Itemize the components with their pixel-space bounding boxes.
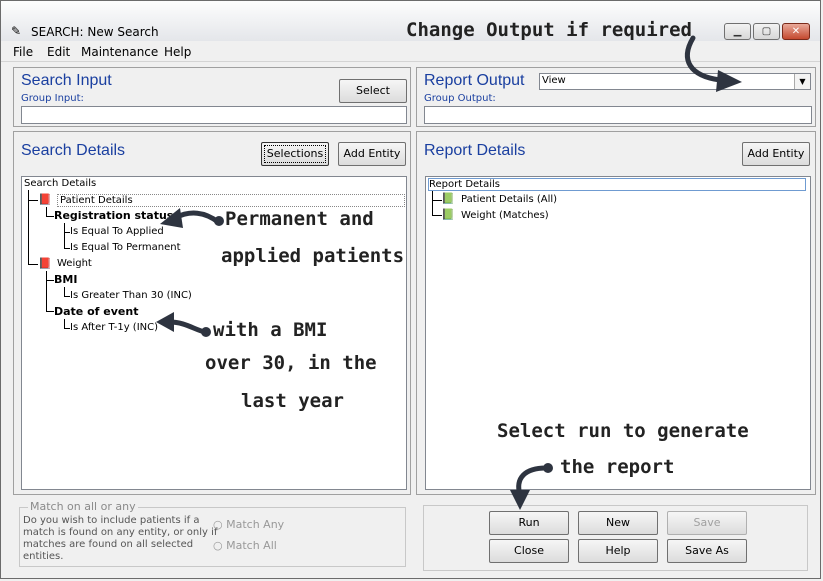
dot-bmi bbox=[201, 327, 211, 337]
arrowhead-permanent bbox=[160, 208, 183, 228]
annotation-arrows bbox=[156, 35, 742, 510]
arrow-change-output bbox=[685, 35, 723, 83]
dot-permanent bbox=[214, 216, 224, 226]
arrowhead-bmi bbox=[156, 312, 174, 332]
annotation-run-line1: Select run to generate bbox=[497, 420, 749, 442]
annotation-bmi-line3: last year bbox=[241, 390, 344, 412]
annotation-bmi-line1: with a BMI bbox=[213, 319, 328, 341]
annotation-bmi-line2: over 30, in the bbox=[205, 352, 377, 374]
arrowhead-change-output bbox=[716, 70, 742, 92]
arrowhead-run bbox=[510, 490, 530, 510]
arrow-bmi bbox=[167, 319, 208, 335]
annotation-run-line2: the report bbox=[560, 456, 675, 478]
annotation-permanent-line1: Permanent and bbox=[225, 208, 374, 230]
annotation-permanent-line2: applied patients bbox=[221, 245, 405, 267]
dot-run bbox=[543, 463, 553, 473]
